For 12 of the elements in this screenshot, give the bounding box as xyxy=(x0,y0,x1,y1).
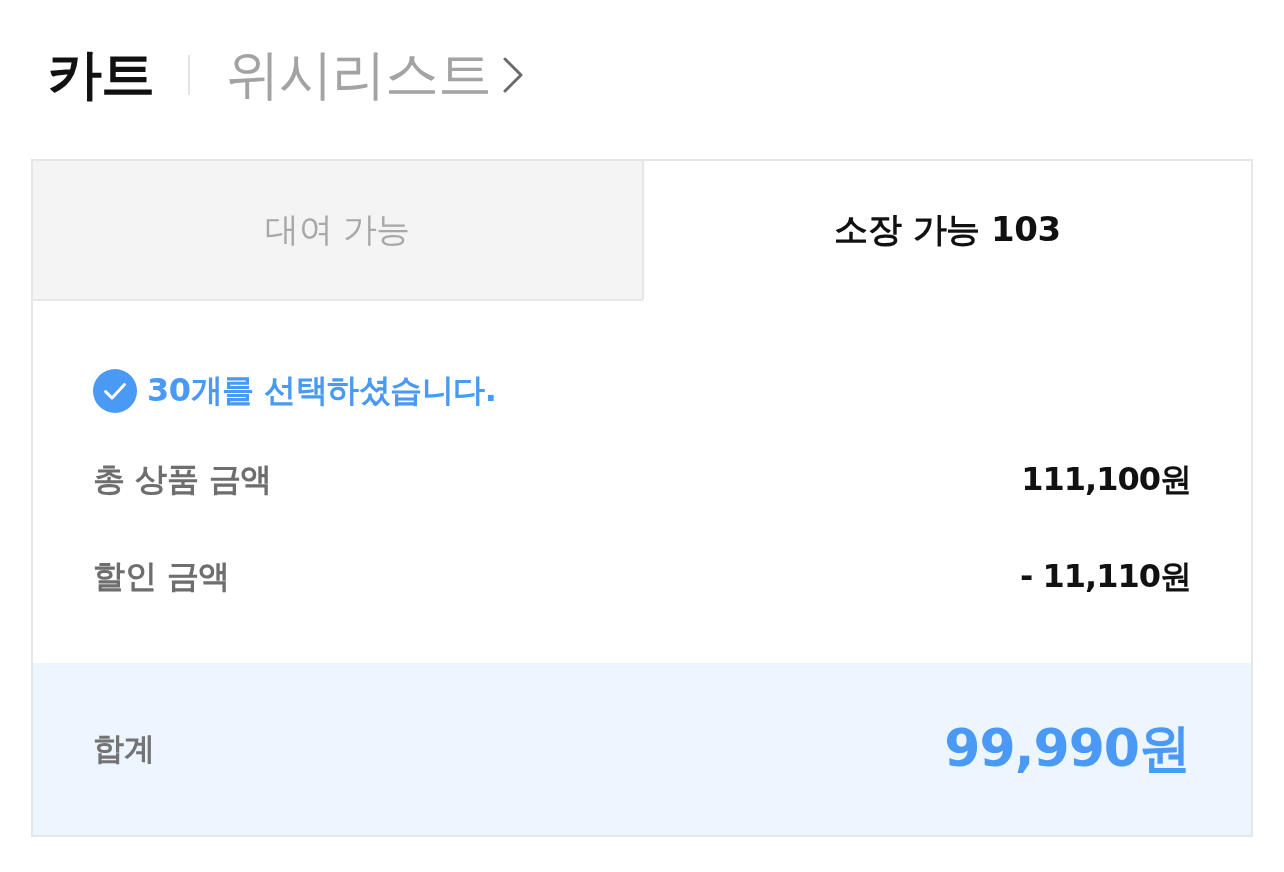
check-circle-icon xyxy=(93,369,137,413)
total-label: 합계 xyxy=(93,729,155,768)
summary-amount: - 11,110원 xyxy=(1020,556,1191,597)
total-amount: 99,990원 xyxy=(944,717,1190,780)
page-title: 카트 xyxy=(48,48,154,102)
selection-notice: 30개를 선택하셨습니다. xyxy=(147,370,497,411)
summary-label: 총 상품 금액 xyxy=(93,459,272,500)
tab[interactable]: 대여 가능 xyxy=(33,161,642,301)
chevron-right-icon xyxy=(503,57,523,93)
wishlist-link[interactable]: 위시리스트 xyxy=(226,48,523,102)
summary-label: 할인 금액 xyxy=(93,556,230,597)
summary-amount: 111,100원 xyxy=(1021,459,1191,500)
